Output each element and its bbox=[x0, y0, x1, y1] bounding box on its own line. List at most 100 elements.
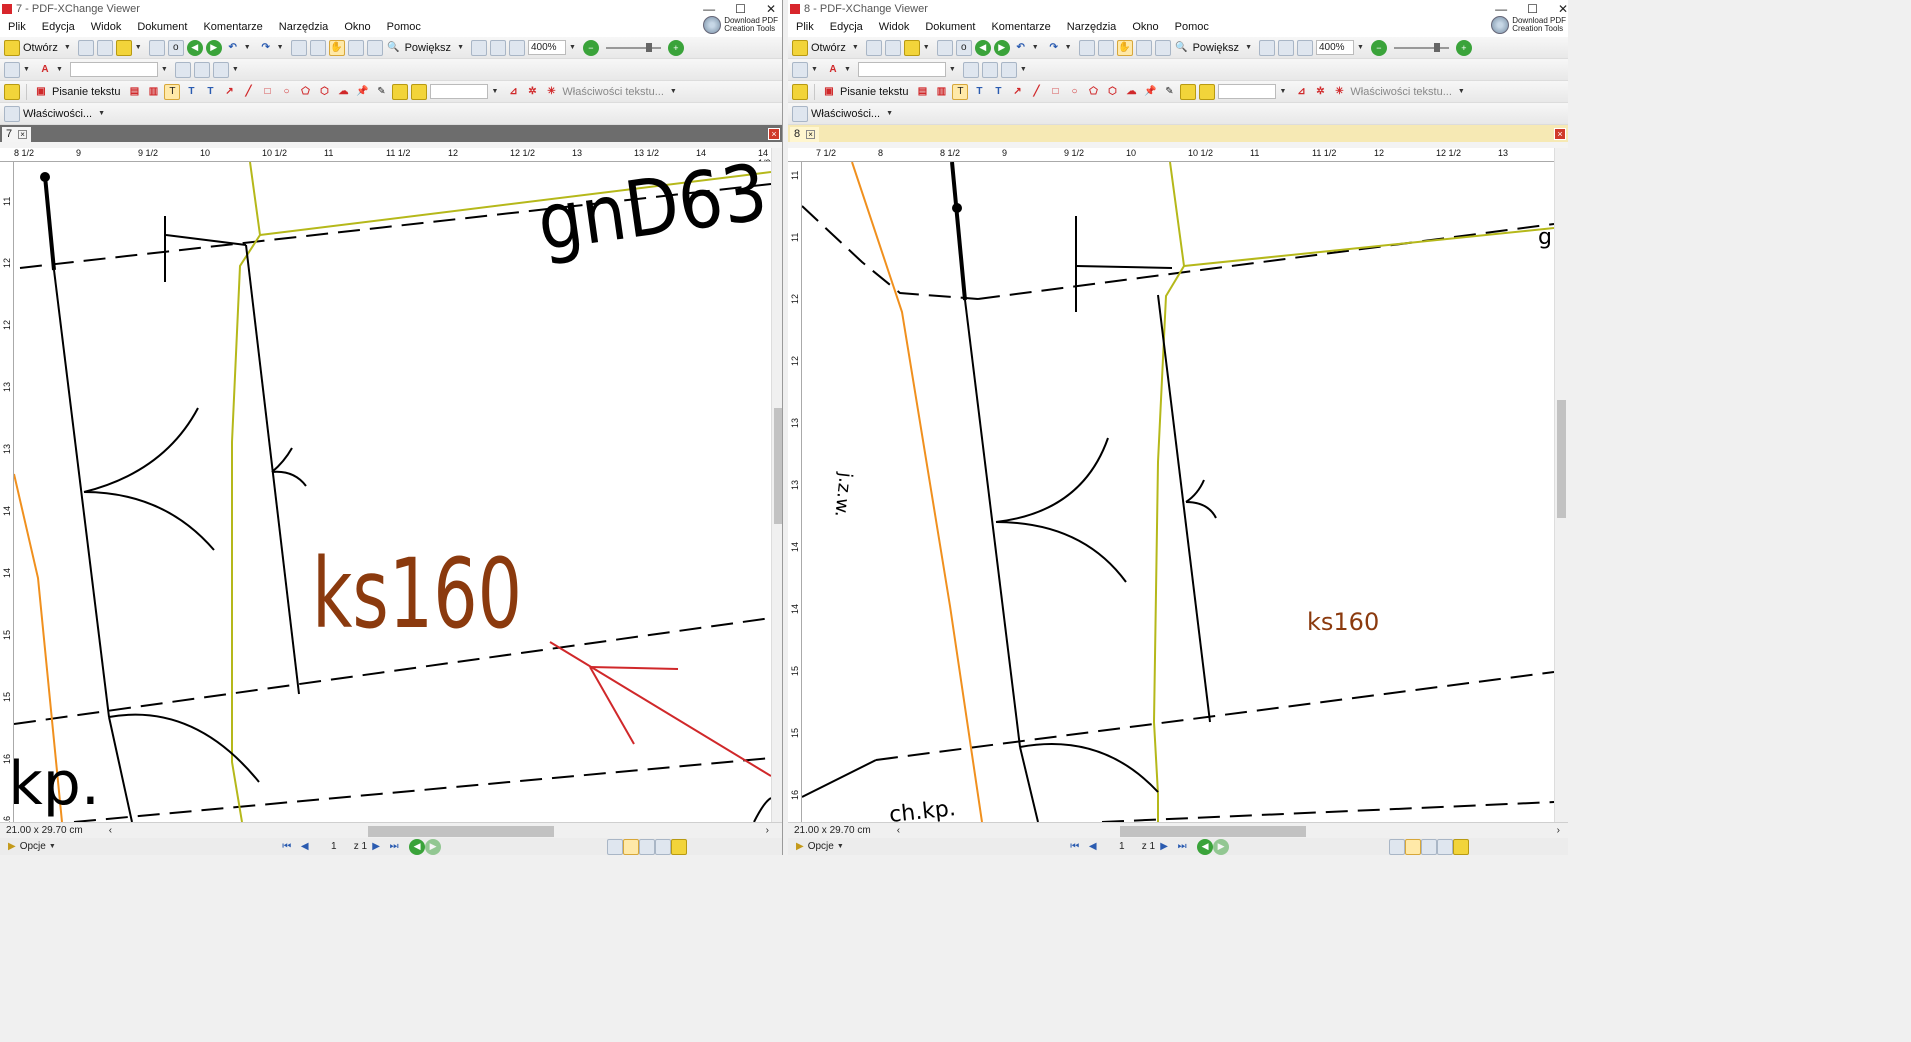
nav-forward-icon[interactable]: ▶ bbox=[425, 838, 442, 855]
continuous-icon[interactable] bbox=[1405, 838, 1422, 855]
polygon-icon[interactable]: ⬠ bbox=[297, 84, 313, 100]
text-properties-button[interactable]: Właściwości tekstu... bbox=[1350, 86, 1451, 98]
vertical-scroll-thumb[interactable] bbox=[1557, 400, 1566, 518]
tab-close-icon[interactable]: × bbox=[18, 130, 28, 139]
close-document-icon[interactable]: × bbox=[1554, 128, 1566, 140]
vertical-scrollbar[interactable] bbox=[1554, 148, 1568, 822]
arrow-icon[interactable]: ↗ bbox=[1009, 84, 1025, 100]
last-page-icon[interactable]: ⏭ bbox=[385, 841, 403, 852]
strikeout-icon[interactable]: T bbox=[183, 84, 199, 100]
rectangle-icon[interactable]: □ bbox=[259, 84, 275, 100]
properties-icon[interactable] bbox=[4, 105, 20, 122]
line-icon[interactable]: ╱ bbox=[1028, 84, 1044, 100]
polyline-icon[interactable]: ⬡ bbox=[1104, 84, 1120, 100]
properties-button[interactable]: Właściwości... bbox=[23, 108, 92, 120]
zoom-in-icon[interactable]: 🔍 bbox=[386, 40, 402, 56]
hand-tool-icon[interactable]: ✋ bbox=[328, 39, 345, 56]
polygon-icon[interactable]: ⬠ bbox=[1085, 84, 1101, 100]
typewriter-icon[interactable]: ▣ bbox=[821, 84, 837, 100]
line-icon[interactable]: ╱ bbox=[240, 84, 256, 100]
prev-page-icon[interactable]: ◀ bbox=[1084, 841, 1102, 852]
pencil-icon[interactable]: ✎ bbox=[373, 84, 389, 100]
zoom-out-icon[interactable]: − bbox=[1370, 39, 1387, 56]
find-next-icon[interactable] bbox=[193, 61, 210, 78]
nav-back-icon[interactable]: ◀ bbox=[409, 838, 426, 855]
tab-document-7[interactable]: 7 × bbox=[2, 127, 32, 142]
menu-komentarze[interactable]: Komentarze bbox=[195, 21, 270, 33]
oval-icon[interactable]: ○ bbox=[1066, 84, 1082, 100]
spellcheck-icon[interactable]: A bbox=[37, 62, 53, 78]
export-icon[interactable] bbox=[903, 39, 920, 56]
zoom-combo[interactable]: 400% bbox=[528, 40, 566, 55]
ocr-icon[interactable]: o bbox=[167, 39, 184, 56]
text-properties-button[interactable]: Właściwości tekstu... bbox=[562, 86, 663, 98]
prev-page-icon[interactable]: ◀ bbox=[296, 841, 314, 852]
facing-icon[interactable] bbox=[639, 838, 656, 855]
typewriter-button[interactable]: Pisanie tekstu bbox=[840, 86, 908, 98]
stamp-preview[interactable] bbox=[430, 84, 489, 99]
highlight-icon[interactable] bbox=[212, 61, 229, 78]
options-button[interactable]: Opcje bbox=[20, 841, 46, 852]
print-icon[interactable] bbox=[884, 39, 901, 56]
last-page-icon[interactable]: ⏭ bbox=[1173, 841, 1191, 852]
menu-okno[interactable]: Okno bbox=[336, 21, 378, 33]
polyline-icon[interactable]: ⬡ bbox=[316, 84, 332, 100]
strikeout-icon[interactable]: T bbox=[971, 84, 987, 100]
options-icon[interactable]: ▶ bbox=[8, 841, 16, 852]
first-page-icon[interactable]: ⏮ bbox=[1066, 841, 1084, 852]
area-icon[interactable]: ✲ bbox=[1312, 84, 1328, 100]
scroll-left-icon[interactable]: ‹ bbox=[109, 825, 112, 836]
download-pdf-tools-button[interactable]: Download PDF Creation Tools bbox=[703, 14, 778, 36]
cloud-icon[interactable]: ☁ bbox=[335, 84, 351, 100]
zoom-slider[interactable] bbox=[605, 42, 661, 52]
perimeter-icon[interactable]: ✳ bbox=[1331, 84, 1347, 100]
find-next-icon[interactable] bbox=[981, 61, 998, 78]
find-icon[interactable] bbox=[174, 61, 191, 78]
scroll-right-icon[interactable]: › bbox=[1557, 825, 1560, 836]
open-icon[interactable] bbox=[792, 39, 808, 56]
zoom-in-button[interactable]: Powiększ bbox=[405, 42, 451, 54]
select-icon[interactable] bbox=[1154, 39, 1171, 56]
menu-widok[interactable]: Widok bbox=[83, 21, 130, 33]
zoom-combo[interactable]: 400% bbox=[1316, 40, 1354, 55]
scroll-left-icon[interactable]: ‹ bbox=[897, 825, 900, 836]
document-view[interactable]: ks160 gnD63 kp. bbox=[14, 162, 771, 822]
export-icon[interactable] bbox=[115, 39, 132, 56]
menu-edycja[interactable]: Edycja bbox=[822, 21, 871, 33]
undo-icon[interactable]: ↶ bbox=[1013, 40, 1029, 56]
single-page-icon[interactable] bbox=[1389, 838, 1406, 855]
back-icon[interactable]: ◀ bbox=[974, 39, 991, 56]
undo-icon[interactable]: ↶ bbox=[225, 40, 241, 56]
perimeter-icon[interactable]: ✳ bbox=[543, 84, 559, 100]
menu-dokument[interactable]: Dokument bbox=[917, 21, 983, 33]
zoom-in-icon[interactable]: 🔍 bbox=[1174, 40, 1190, 56]
copy-icon[interactable] bbox=[1078, 39, 1095, 56]
menu-dokument[interactable]: Dokument bbox=[129, 21, 195, 33]
search-input[interactable] bbox=[69, 62, 158, 77]
find-icon[interactable] bbox=[962, 61, 979, 78]
callout-icon[interactable]: ▥ bbox=[145, 84, 161, 100]
close-document-icon[interactable]: × bbox=[768, 128, 780, 140]
actual-size-icon[interactable] bbox=[1259, 39, 1275, 56]
zoom-in-button[interactable]: Powiększ bbox=[1193, 42, 1239, 54]
vertical-scrollbar[interactable] bbox=[771, 148, 782, 822]
search-input[interactable] bbox=[857, 62, 946, 77]
menu-pomoc[interactable]: Pomoc bbox=[379, 21, 429, 33]
facing-icon[interactable] bbox=[1421, 838, 1438, 855]
tab-document-8[interactable]: 8 × bbox=[790, 127, 820, 142]
facing-continuous-icon[interactable] bbox=[655, 838, 672, 855]
save-icon[interactable] bbox=[77, 39, 94, 56]
menu-edycja[interactable]: Edycja bbox=[34, 21, 83, 33]
page-number-input[interactable]: 1 bbox=[314, 841, 354, 852]
pin-icon[interactable]: 📌 bbox=[1142, 84, 1158, 100]
hand-tool-icon[interactable]: ✋ bbox=[1116, 39, 1133, 56]
download-pdf-tools-button[interactable]: Download PDF Creation Tools bbox=[1491, 14, 1566, 36]
save-icon[interactable] bbox=[865, 39, 882, 56]
facing-continuous-icon[interactable] bbox=[1437, 838, 1454, 855]
next-page-icon[interactable]: ▶ bbox=[1155, 841, 1173, 852]
menu-plik[interactable]: Plik bbox=[0, 21, 34, 33]
document-view[interactable]: ks160 g ch.kp. j.z.w. bbox=[802, 162, 1554, 822]
measure-icon[interactable]: ⊿ bbox=[1293, 84, 1309, 100]
highlight-icon[interactable] bbox=[1000, 61, 1017, 78]
redo-icon[interactable]: ↷ bbox=[258, 40, 274, 56]
